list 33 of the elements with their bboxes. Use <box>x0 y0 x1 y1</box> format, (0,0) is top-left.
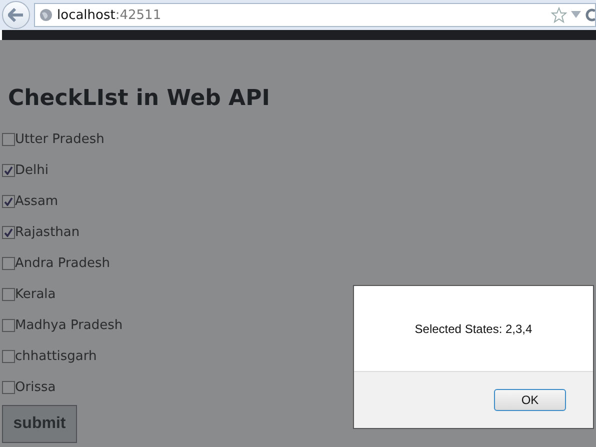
checkbox[interactable] <box>2 195 15 208</box>
state-label: Andra Pradesh <box>15 256 110 271</box>
reload-icon[interactable] <box>585 8 595 22</box>
star-icon[interactable] <box>551 7 567 23</box>
back-arrow-icon <box>8 8 24 22</box>
checkbox[interactable] <box>2 257 15 270</box>
dialog-message: Selected States: 2,3,4 <box>414 322 532 336</box>
checkbox[interactable] <box>2 350 15 363</box>
checkbox[interactable] <box>2 164 15 177</box>
state-label: Delhi <box>15 163 48 178</box>
checkmark-icon <box>4 197 13 206</box>
state-label: chhattisgarh <box>15 349 97 364</box>
checkbox[interactable] <box>2 133 15 146</box>
checkbox[interactable] <box>2 381 15 394</box>
back-button[interactable] <box>2 1 30 29</box>
state-label: Madhya Pradesh <box>15 318 123 333</box>
checkmark-icon <box>4 166 13 175</box>
state-label: Kerala <box>15 287 56 302</box>
checkmark-icon <box>4 228 13 237</box>
state-label: Utter Pradesh <box>15 132 104 147</box>
state-label: Orissa <box>15 380 56 395</box>
url-port: :42511 <box>115 8 162 22</box>
checkbox[interactable] <box>2 288 15 301</box>
ok-button[interactable]: OK <box>494 389 566 411</box>
state-label: Assam <box>15 194 58 209</box>
address-bar[interactable]: localhost:42511 <box>34 3 596 27</box>
url-host: localhost <box>57 8 116 22</box>
checkbox[interactable] <box>2 226 15 239</box>
globe-icon <box>39 8 53 22</box>
dropdown-icon[interactable] <box>571 11 581 19</box>
checkbox[interactable] <box>2 319 15 332</box>
page-heading: CheckLIst in Web API <box>8 85 271 113</box>
state-label: Rajasthan <box>15 225 80 240</box>
